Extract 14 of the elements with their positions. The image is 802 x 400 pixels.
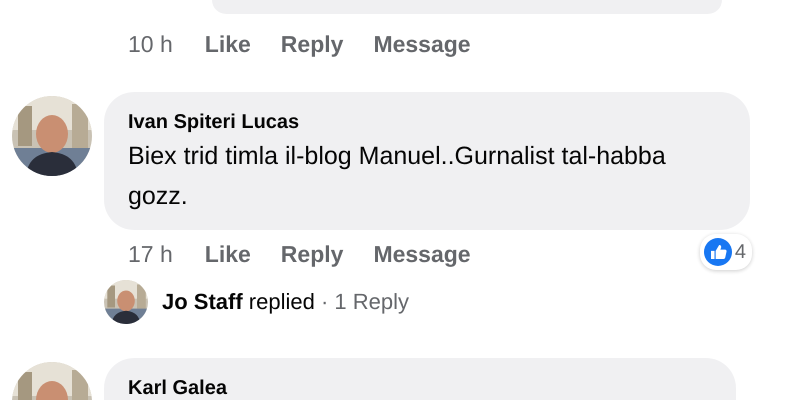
author-name: Ivan Spiteri Lucas bbox=[128, 110, 300, 135]
replies-link[interactable]: Jo Staff replied · 1 Reply bbox=[162, 289, 410, 315]
comment-time: 10 h bbox=[128, 30, 173, 58]
action-link[interactable]: Reply bbox=[280, 30, 344, 58]
action-link[interactable]: Like bbox=[204, 30, 251, 58]
action-link[interactable]: Message bbox=[373, 30, 471, 58]
author-name: Karl Galea bbox=[128, 376, 228, 400]
comment-text: Biex trid timla il-blog Manuel..Gurnalist tal-habba gozz. bbox=[128, 141, 667, 212]
action-link[interactable]: Message bbox=[373, 240, 471, 268]
action-link[interactable]: Like bbox=[204, 240, 251, 268]
action-link[interactable]: Reply bbox=[280, 240, 344, 268]
thumbs-up-icon bbox=[704, 238, 732, 266]
comment-time: 17 h bbox=[128, 240, 173, 268]
reaction-count: 4 bbox=[734, 240, 746, 264]
